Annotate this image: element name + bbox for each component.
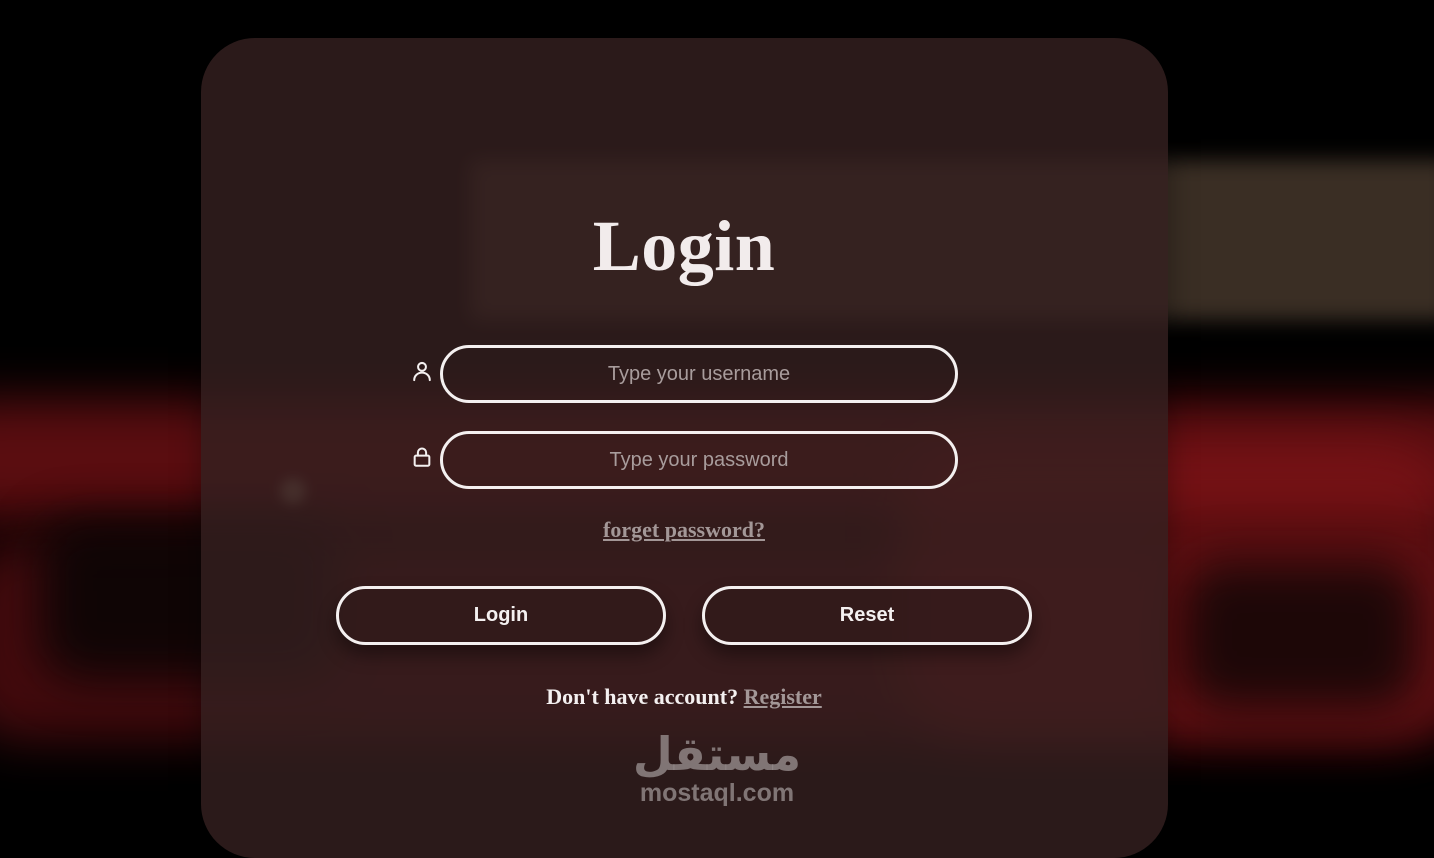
reset-button[interactable]: Reset [702, 586, 1032, 645]
watermark-arabic: مستقل [632, 727, 802, 781]
lock-icon [411, 446, 433, 468]
user-icon [411, 360, 433, 382]
login-title: Login [592, 206, 776, 286]
register-link[interactable]: Register [744, 684, 822, 709]
watermark-logo: مستقل mostaql.com [616, 728, 818, 806]
no-account-text: Don't have account? [546, 684, 739, 709]
password-input[interactable] [440, 431, 958, 489]
watermark-site: mostaql.com [639, 779, 795, 807]
username-input[interactable] [440, 345, 958, 403]
forgot-password-link[interactable]: forget password? [0, 517, 1368, 543]
login-button[interactable]: Login [336, 586, 666, 645]
register-prompt: Don't have account? Register [0, 684, 1368, 710]
